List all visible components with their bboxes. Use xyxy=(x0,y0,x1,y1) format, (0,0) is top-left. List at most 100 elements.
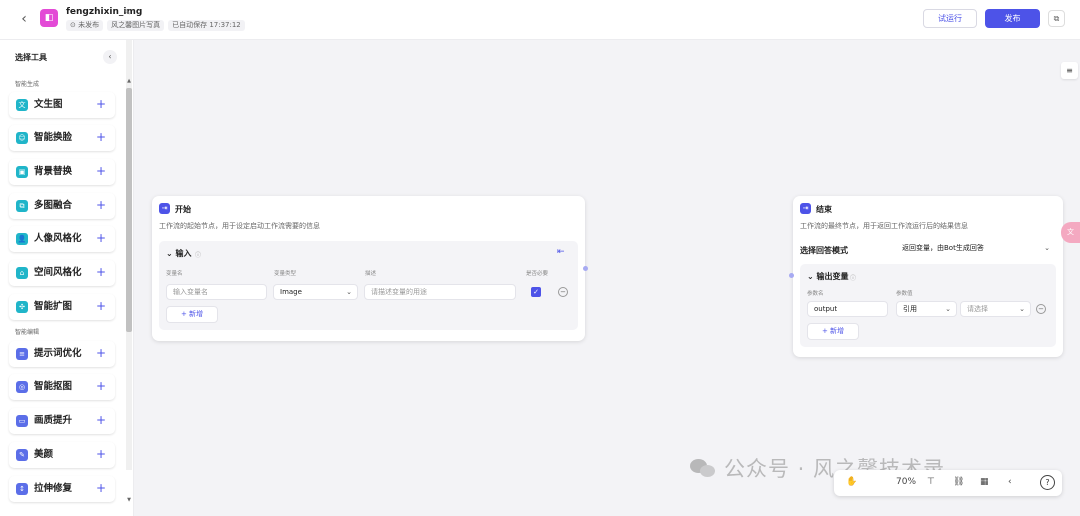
end-input-port[interactable] xyxy=(789,273,794,278)
ref-value-select[interactable]: 请选择 ⌄ xyxy=(960,301,1031,317)
copy-icon[interactable]: ⧉ xyxy=(1048,10,1065,27)
scroll-down-arrow[interactable]: ▼ xyxy=(126,497,132,503)
plus-icon[interactable]: + xyxy=(96,346,106,360)
output-panel: ⌄ 输出变量 ⓘ 参数名 参数值 output 引用 ⌄ 请选择 ⌄ − + 新增 xyxy=(800,264,1056,347)
tool-item-label: 人像风格化 xyxy=(34,233,82,244)
variable-name-input[interactable]: 输入变量名 xyxy=(166,284,267,300)
plus-icon[interactable]: + xyxy=(96,130,106,144)
sidebar-scroll-thumb[interactable] xyxy=(126,88,132,332)
add-input-button[interactable]: + 新增 xyxy=(166,306,218,323)
end-node-icon: ⇥ xyxy=(800,203,811,214)
filter-icon[interactable]: ≡ xyxy=(1061,62,1078,79)
ref-type-value: 引用 xyxy=(903,305,917,313)
plus-icon[interactable]: + xyxy=(96,299,106,313)
tool-item-space-style[interactable]: ⌂ 空间风格化 + xyxy=(9,260,115,286)
end-node-desc: 工作流的最终节点，用于返回工作流运行后的结果信息 xyxy=(800,222,968,230)
app-meta: ⊙ 未发布 风之馨图片写真 已自动保存 17:37:12 xyxy=(66,20,245,31)
plus-icon[interactable]: + xyxy=(96,231,106,245)
col-header-value: 参数值 xyxy=(896,291,913,297)
start-node[interactable]: ⇥ 开始 工作流的起始节点，用于设定启动工作流需要的信息 ⌄ 输入 ⓘ ⇤ 变量… xyxy=(152,196,585,341)
link-icon[interactable]: ⛓ xyxy=(953,477,964,487)
publish-status-badge: ⊙ 未发布 xyxy=(66,20,104,31)
answer-mode-value: 返回变量，由Bot生成回答 xyxy=(902,244,984,252)
plus-icon[interactable]: + xyxy=(96,481,106,495)
param-name-input[interactable]: output xyxy=(807,301,888,317)
output-section-title[interactable]: ⌄ 输出变量 xyxy=(807,271,849,282)
tool-item-face-swap[interactable]: ☺ 智能换脸 + xyxy=(9,125,115,151)
required-checkbox[interactable]: ✓ xyxy=(531,287,541,297)
collapse-icon[interactable]: ‹ xyxy=(103,50,117,64)
end-node[interactable]: ⇥ 结束 工作流的最终节点，用于返回工作流运行后的结果信息 选择回答模式 返回变… xyxy=(793,196,1063,357)
info-icon[interactable]: ⓘ xyxy=(195,250,201,259)
col-header-name: 变量名 xyxy=(166,271,183,277)
plus-icon[interactable]: + xyxy=(96,379,106,393)
variable-desc-input[interactable]: 请描述变量的用途 xyxy=(364,284,516,300)
add-input-icon[interactable]: ⇤ xyxy=(557,247,565,257)
background-replace-icon: ▣ xyxy=(16,166,28,178)
tool-item-label: 背景替换 xyxy=(34,166,73,177)
variable-type-value: Image xyxy=(280,288,302,296)
undo-icon[interactable]: ‹ xyxy=(1008,477,1012,487)
chevron-down-icon: ⌄ xyxy=(346,288,352,296)
start-node-title: 开始 xyxy=(175,205,191,214)
test-run-button[interactable]: 试运行 xyxy=(923,9,977,28)
canvas-toolbar: ✋ 70% ⊤ ⛓ ▦ ‹ xyxy=(834,470,1062,496)
prompt-optimize-icon: ≡ xyxy=(16,348,28,360)
tool-item-image-fusion[interactable]: ⧉ 多图融合 + xyxy=(9,193,115,219)
chevron-down-icon: ⌄ xyxy=(1019,305,1025,313)
input-section-title[interactable]: ⌄ 输入 xyxy=(166,248,192,259)
wechat-icon xyxy=(690,457,716,479)
chevron-down-icon: ⌄ xyxy=(1044,244,1050,252)
tool-item-prompt-optimize[interactable]: ≡ 提示词优化 + xyxy=(9,341,115,367)
image-expand-icon: ✣ xyxy=(16,301,28,313)
add-output-button[interactable]: + 新增 xyxy=(807,323,859,340)
col-header-required: 是否必要 xyxy=(526,271,549,277)
help-icon[interactable]: ? xyxy=(1040,475,1055,490)
zoom-level[interactable]: 70% xyxy=(896,477,916,487)
space-style-icon: ⌂ xyxy=(16,267,28,279)
layout-icon[interactable]: ⊤ xyxy=(927,477,935,487)
tool-item-label: 智能换脸 xyxy=(34,132,73,143)
tool-item-label: 多图融合 xyxy=(34,200,73,211)
ref-type-select[interactable]: 引用 ⌄ xyxy=(896,301,957,317)
workflow-icon: ◧ xyxy=(40,9,58,27)
plus-icon[interactable]: + xyxy=(96,265,106,279)
plus-icon[interactable]: + xyxy=(96,447,106,461)
tool-item-portrait-style[interactable]: 👤 人像风格化 + xyxy=(9,226,115,252)
tool-item-image-expand[interactable]: ✣ 智能扩图 + xyxy=(9,294,115,320)
scroll-up-arrow[interactable]: ▲ xyxy=(126,78,132,84)
answer-mode-select[interactable]: 返回变量，由Bot生成回答 ⌄ xyxy=(896,241,1055,257)
plus-icon[interactable]: + xyxy=(96,164,106,178)
autosave-badge: 已自动保存 17:37:12 xyxy=(168,20,245,31)
input-panel: ⌄ 输入 ⓘ ⇤ 变量名 变量类型 描述 是否必要 输入变量名 Image ⌄ 请… xyxy=(159,241,578,330)
start-output-port[interactable] xyxy=(583,266,588,271)
start-node-desc: 工作流的起始节点，用于设定启动工作流需要的信息 xyxy=(159,222,320,230)
tool-item-text-to-image[interactable]: 文文生图 + xyxy=(9,92,115,118)
translate-icon[interactable]: 文 xyxy=(1061,222,1080,243)
tool-item-quality-up[interactable]: ▭ 画质提升 + xyxy=(9,408,115,434)
publish-button[interactable]: 发布 xyxy=(985,9,1040,28)
output-section-label: 输出变量 xyxy=(816,272,849,281)
info-icon[interactable]: ⓘ xyxy=(850,273,856,282)
remove-row-icon[interactable]: − xyxy=(558,287,568,297)
tool-item-beauty[interactable]: ✎ 美颜 + xyxy=(9,442,115,468)
remove-row-icon[interactable]: − xyxy=(1036,304,1046,314)
end-node-title: 结束 xyxy=(816,205,832,214)
plus-icon[interactable]: + xyxy=(96,413,106,427)
plus-icon[interactable]: + xyxy=(96,97,106,111)
section-label-edit: 智能编辑 xyxy=(15,329,40,336)
edit-icon[interactable]: ✎ xyxy=(124,8,131,17)
grid-icon[interactable]: ▦ xyxy=(980,477,989,487)
tool-item-label: 空间风格化 xyxy=(34,267,82,278)
tool-item-label: 智能抠图 xyxy=(34,381,73,392)
chevron-left-icon[interactable]: ‹ xyxy=(16,11,32,27)
sidebar-title: 选择工具 xyxy=(15,53,47,62)
tool-item-stretch-fix[interactable]: ↕ 拉伸修复 + xyxy=(9,476,115,502)
tool-item-background-replace[interactable]: ▣ 背景替换 + xyxy=(9,159,115,185)
variable-type-select[interactable]: Image ⌄ xyxy=(273,284,358,300)
col-header-desc: 描述 xyxy=(365,271,377,277)
hand-icon[interactable]: ✋ xyxy=(846,477,857,487)
plus-icon[interactable]: + xyxy=(96,198,106,212)
tool-item-label: 文生图 xyxy=(34,99,63,110)
tool-item-cutout[interactable]: ◎ 智能抠图 + xyxy=(9,374,115,400)
